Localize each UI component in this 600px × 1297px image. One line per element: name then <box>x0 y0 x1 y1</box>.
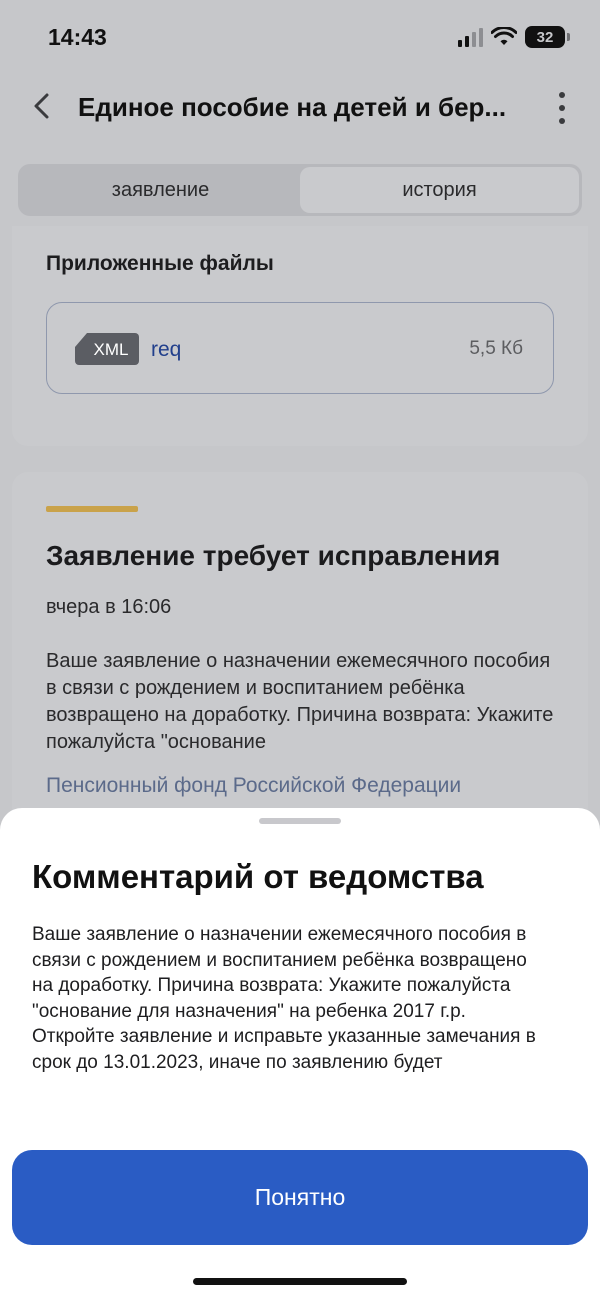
sheet-title: Комментарий от ведомства <box>32 858 484 895</box>
cellular-signal-icon <box>458 27 483 47</box>
home-indicator <box>193 1278 407 1285</box>
xml-file-icon: XML <box>75 333 139 365</box>
tab-application[interactable]: заявление <box>21 167 300 213</box>
comment-bottom-sheet: Комментарий от ведомства Ваше заявление … <box>0 808 600 1297</box>
attachments-card: Приложенные файлы XML req 5,5 Кб <box>12 226 588 446</box>
wifi-icon <box>491 27 517 45</box>
status-date: вчера в 16:06 <box>46 596 172 618</box>
status-title: Заявление требует исправления <box>46 540 501 571</box>
tab-history[interactable]: история <box>300 167 579 213</box>
page-title: Единое пособие на детей и бер... <box>78 92 507 122</box>
file-size: 5,5 Кб <box>469 338 523 359</box>
battery-level: 32 <box>536 28 554 46</box>
file-item[interactable]: XML req 5,5 Кб <box>46 302 554 394</box>
sheet-comment-text: Ваше заявление о назначении ежемесячного… <box>32 924 536 1073</box>
battery-cap <box>567 33 570 41</box>
file-name[interactable]: req <box>151 338 181 362</box>
status-icons: 32 <box>458 26 570 48</box>
status-accent-line <box>46 506 138 512</box>
ok-button[interactable]: Понятно <box>12 1150 588 1245</box>
battery-icon: 32 <box>525 26 565 48</box>
file-type-label: XML <box>94 340 129 359</box>
app-header: Единое пособие на детей и бер... <box>0 80 600 140</box>
more-vertical-icon[interactable] <box>552 92 572 124</box>
attachments-title: Приложенные файлы <box>46 252 274 275</box>
back-chevron-icon[interactable] <box>28 92 56 120</box>
sheet-grabber[interactable] <box>259 818 341 824</box>
status-text: Ваше заявление о назначении ежемесячного… <box>46 650 554 753</box>
status-organization: Пенсионный фонд Российской Федерации <box>46 774 462 797</box>
segmented-tabs: заявление история <box>18 164 582 216</box>
status-time: 14:43 <box>48 24 107 50</box>
status-bar: 14:43 32 <box>0 0 600 80</box>
